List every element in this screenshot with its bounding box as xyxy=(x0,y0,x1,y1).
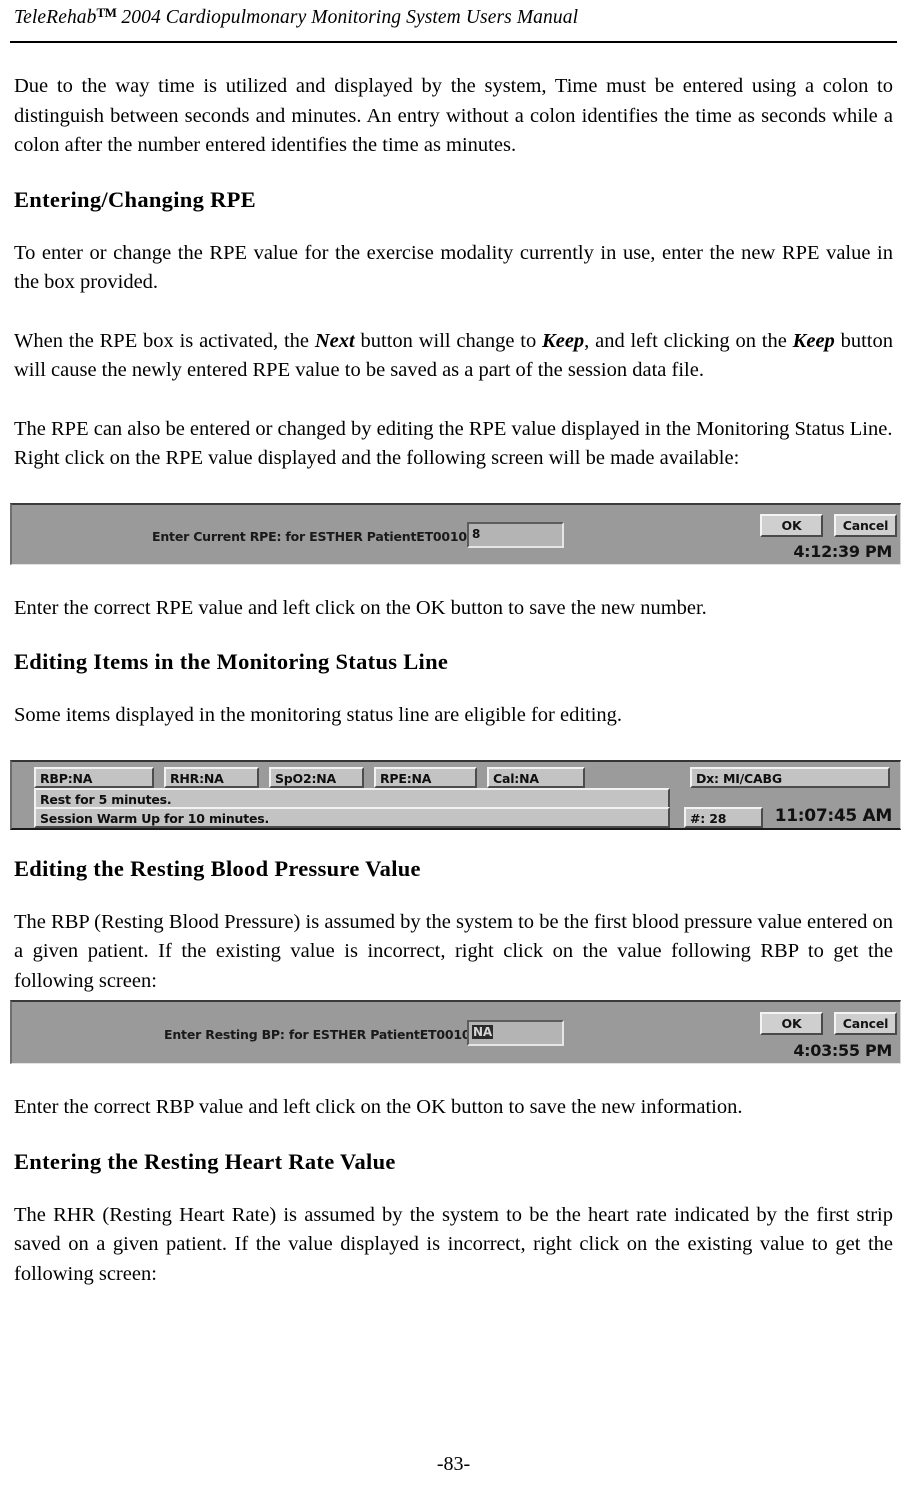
rbp-prompt-label: Enter Resting BP: for ESTHER PatientET00… xyxy=(164,1027,493,1043)
rbp-value-selected-text: NA xyxy=(472,1025,493,1040)
document-page: TeleRehabTM 2004 Cardiopulmonary Monitor… xyxy=(0,0,907,1490)
heading-editing-items-status-line: Editing Items in the Monitoring Status L… xyxy=(14,649,449,675)
paragraph-rbp-description: The RBP (Resting Blood Pressure) is assu… xyxy=(14,910,893,992)
page-number: -83- xyxy=(436,1453,471,1475)
status-field-rbp[interactable]: RBP:NA xyxy=(34,766,154,788)
rpe-dialog-inner: Enter Current RPE: for ESTHER PatientET0… xyxy=(12,505,900,564)
heading-entering-changing-rpe: Entering/Changing RPE xyxy=(14,186,256,212)
paragraph-rpe-intro: To enter or change the RPE value for the… xyxy=(14,241,893,294)
status-message-session[interactable]: Session Warm Up for 10 minutes. xyxy=(34,806,670,828)
keep-text-1: When the RPE box is activated, the xyxy=(14,329,315,352)
paragraph-time-entry: Due to the way time is utilized and disp… xyxy=(14,75,893,157)
rpe-dialog-clock: 4:12:39 PM xyxy=(793,541,892,561)
rbp-value-input[interactable]: NA xyxy=(467,1020,564,1047)
paragraph-rhr-description: The RHR (Resting Heart Rate) is assumed … xyxy=(14,1203,893,1285)
monitoring-status-line[interactable]: RBP:NA RHR:NA SpO2:NA RPE:NA Cal:NA Dx: … xyxy=(10,759,901,830)
rbp-dialog-clock: 4:03:55 PM xyxy=(793,1041,892,1061)
paragraph-some-items-editable: Some items displayed in the monitoring s… xyxy=(14,704,623,727)
paragraph-after-rbp-dialog: Enter the correct RBP value and left cli… xyxy=(14,1096,743,1119)
status-line-clock: 11:07:45 AM xyxy=(774,805,893,826)
heading-entering-resting-heart-rate: Entering the Resting Heart Rate Value xyxy=(14,1148,396,1174)
keep-text-3: , and left clicking on the xyxy=(584,329,793,352)
header-title-pre: TeleRehab xyxy=(14,6,97,28)
status-strip-counter[interactable]: #: 28 xyxy=(684,806,763,828)
status-field-spo2[interactable]: SpO2:NA xyxy=(269,766,364,788)
rbp-cancel-button[interactable]: Cancel xyxy=(834,1012,897,1036)
paragraph-rpe-status-line: The RPE can also be entered or changed b… xyxy=(14,417,893,440)
document-running-header: TeleRehabTM 2004 Cardiopulmonary Monitor… xyxy=(8,0,899,28)
rpe-value-input[interactable]: 8 xyxy=(467,521,564,548)
paragraph-right-click-rpe: Right click on the RPE value displayed a… xyxy=(14,447,740,470)
status-field-rpe[interactable]: RPE:NA xyxy=(374,766,477,788)
rpe-prompt-label: Enter Current RPE: for ESTHER PatientET0… xyxy=(152,528,489,544)
status-message-rest[interactable]: Rest for 5 minutes. xyxy=(34,787,670,809)
next-button-reference: Next xyxy=(314,329,355,352)
rpe-entry-dialog[interactable]: Enter Current RPE: for ESTHER PatientET0… xyxy=(10,502,901,565)
header-title-post: 2004 Cardiopulmonary Monitoring System U… xyxy=(116,6,579,28)
paragraph-keep-button: When the RPE box is activated, the Next … xyxy=(14,327,893,386)
document-body: Due to the way time is utilized and disp… xyxy=(8,43,901,1289)
heading-editing-resting-bp: Editing the Resting Blood Pressure Value xyxy=(14,855,421,881)
rpe-ok-button[interactable]: OK xyxy=(760,513,823,537)
keep-button-reference-2: Keep xyxy=(792,329,835,352)
rpe-cancel-button[interactable]: Cancel xyxy=(834,513,897,537)
status-field-rhr[interactable]: RHR:NA xyxy=(164,766,259,788)
keep-text-2: button will change to xyxy=(354,329,543,352)
paragraph-after-rpe-dialog: Enter the correct RPE value and left cli… xyxy=(14,596,707,619)
trademark-symbol: TM xyxy=(96,5,117,20)
rbp-entry-dialog[interactable]: Enter Resting BP: for ESTHER PatientET00… xyxy=(10,1000,901,1065)
status-field-cal[interactable]: Cal:NA xyxy=(487,766,585,788)
keep-button-reference: Keep xyxy=(542,329,585,352)
status-field-dx[interactable]: Dx: MI/CABG xyxy=(690,766,890,788)
rbp-dialog-inner: Enter Resting BP: for ESTHER PatientET00… xyxy=(12,1002,900,1063)
rbp-ok-button[interactable]: OK xyxy=(760,1012,823,1036)
